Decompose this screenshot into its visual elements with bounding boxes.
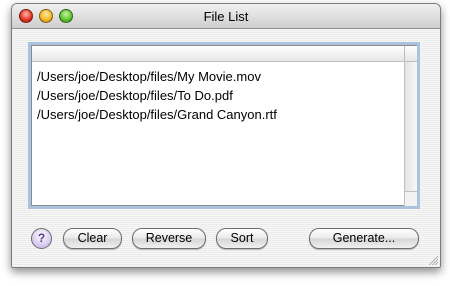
list-item[interactable]: /Users/joe/Desktop/files/Grand Canyon.rt… <box>37 105 277 124</box>
list-column-header[interactable] <box>32 46 404 62</box>
vertical-scrollbar[interactable] <box>404 62 417 191</box>
list-item[interactable]: /Users/joe/Desktop/files/To Do.pdf <box>37 86 277 105</box>
list-item[interactable]: /Users/joe/Desktop/files/My Movie.mov <box>37 67 277 86</box>
title-bar[interactable]: File List <box>12 4 440 29</box>
window-title: File List <box>203 9 249 24</box>
reverse-button[interactable]: Reverse <box>132 228 206 249</box>
file-rows: /Users/joe/Desktop/files/My Movie.mov /U… <box>37 67 277 124</box>
resize-grip-icon[interactable] <box>428 255 438 265</box>
generate-button[interactable]: Generate... <box>309 228 419 249</box>
clear-button[interactable]: Clear <box>63 228 122 249</box>
help-button[interactable]: ? <box>31 228 52 249</box>
file-list-window: File List /Users/joe/Desktop/files/My Mo… <box>11 3 441 268</box>
sort-button[interactable]: Sort <box>216 228 268 249</box>
file-list-view[interactable]: /Users/joe/Desktop/files/My Movie.mov /U… <box>31 45 417 206</box>
scroll-corner <box>404 191 417 206</box>
header-corner <box>404 46 417 62</box>
